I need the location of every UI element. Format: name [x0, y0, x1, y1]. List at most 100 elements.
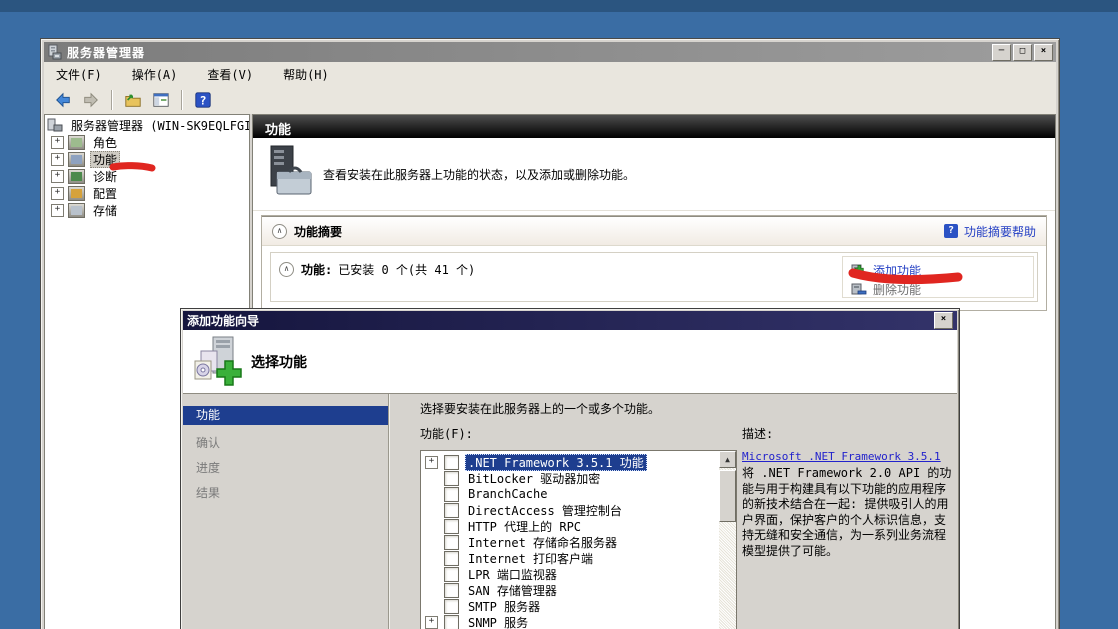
forward-button[interactable]	[80, 89, 102, 111]
add-features-wizard-icon	[191, 335, 243, 389]
feature-checkbox[interactable]	[444, 519, 459, 534]
feature-checkbox[interactable]	[444, 583, 459, 598]
feature-checkbox[interactable]	[444, 487, 459, 502]
feature-checkbox[interactable]	[444, 551, 459, 566]
feature-row[interactable]: + Internet 存储命名服务器	[421, 534, 736, 550]
feature-checkbox[interactable]	[444, 455, 459, 470]
desktop: 服务器管理器 ─ □ × 文件(F) 操作(A) 查看(V) 帮助(H)	[0, 0, 1118, 629]
remove-features-link[interactable]: 删除功能	[873, 281, 921, 298]
console-tree-button[interactable]	[150, 89, 172, 111]
feature-label: LPR 端口监视器	[465, 566, 560, 583]
features-summary-section: ∧ 功能摘要 ? 功能摘要帮助 ∧ 功能: 已安装 0 个(共 41 个)	[261, 215, 1047, 311]
maximize-button[interactable]: □	[1013, 44, 1032, 61]
feature-row[interactable]: + SMTP 服务器	[421, 598, 736, 614]
collapse-chevron-icon[interactable]: ∧	[272, 224, 287, 239]
features-label: 功能:	[301, 261, 332, 278]
tree-item[interactable]: + 功能	[45, 151, 249, 168]
scrollbar-thumb[interactable]	[719, 470, 736, 522]
menu-bar: 文件(F) 操作(A) 查看(V) 帮助(H)	[44, 62, 1056, 87]
dialog-titlebar[interactable]: 添加功能向导 ×	[183, 311, 957, 330]
feature-label: BitLocker 驱动器加密	[465, 470, 603, 487]
feature-row[interactable]: + LPR 端口监视器	[421, 566, 736, 582]
feature-row[interactable]: + BranchCache	[421, 486, 736, 502]
description-text: 将 .NET Framework 2.0 API 的功能与用于构建具有以下功能的…	[742, 466, 954, 559]
feature-row[interactable]: + SNMP 服务	[421, 614, 736, 629]
dialog-header: 选择功能	[183, 330, 957, 393]
scroll-up-icon[interactable]: ▲	[719, 451, 736, 468]
feature-checkbox[interactable]	[444, 567, 459, 582]
feature-expand-icon[interactable]: +	[425, 456, 438, 469]
desktop-top-strip	[0, 0, 1118, 12]
tree-expand-icon[interactable]: +	[51, 187, 64, 200]
tree-item-label: 角色	[90, 134, 120, 151]
help-badge-icon: ?	[944, 224, 958, 238]
feature-checkbox[interactable]	[444, 599, 459, 614]
wizard-steps: 功能 确认 进度 结果	[183, 394, 388, 629]
dialog-close-button[interactable]: ×	[934, 312, 953, 329]
wizard-step: 进度	[183, 456, 388, 481]
features-status: 已安装 0 个(共 41 个)	[338, 261, 475, 278]
feature-row[interactable]: + HTTP 代理上的 RPC	[421, 518, 736, 534]
feature-row[interactable]: + SAN 存储管理器	[421, 582, 736, 598]
remove-features-icon	[851, 283, 867, 297]
tree-item-icon	[68, 135, 85, 150]
feature-checkbox[interactable]	[444, 535, 459, 550]
add-features-link[interactable]: 添加功能	[873, 262, 921, 279]
feature-row[interactable]: + DirectAccess 管理控制台	[421, 502, 736, 518]
pane-description-row: 查看安装在此服务器上功能的状态，以及添加或删除功能。	[253, 138, 1055, 211]
feature-expand-icon[interactable]: +	[425, 616, 438, 629]
menu-item[interactable]: 文件(F)	[52, 63, 114, 86]
features-toolbox-icon	[263, 144, 315, 204]
feature-label: .NET Framework 3.5.1 功能	[465, 454, 647, 471]
tree-root-label: 服务器管理器 (WIN-SK9EQLFGIL	[68, 117, 250, 134]
tree-items: + 角色 + 功能 +	[45, 134, 249, 219]
tree-expand-icon[interactable]: +	[51, 153, 64, 166]
feature-row[interactable]: + Internet 打印客户端	[421, 550, 736, 566]
tree-item-icon	[68, 169, 85, 184]
pane-header: 功能	[253, 115, 1055, 138]
features-listbox: + .NET Framework 3.5.1 功能 + BitLocker 驱动…	[420, 450, 737, 629]
feature-checkbox[interactable]	[444, 471, 459, 486]
feature-label: HTTP 代理上的 RPC	[465, 518, 584, 535]
feature-row[interactable]: + .NET Framework 3.5.1 功能	[421, 454, 736, 470]
menu-item[interactable]: 查看(V)	[203, 63, 265, 86]
menu-item[interactable]: 帮助(H)	[279, 63, 341, 86]
toolbar-separator	[181, 90, 183, 110]
help-icon: ?	[194, 91, 212, 109]
description-link[interactable]: Microsoft .NET Framework 3.5.1	[742, 450, 941, 463]
feature-label: BranchCache	[465, 487, 550, 501]
listbox-scrollbar[interactable]: ▲	[719, 451, 736, 629]
tree-item-icon	[68, 186, 85, 201]
tree-item[interactable]: + 存储	[45, 202, 249, 219]
dialog-title: 添加功能向导	[187, 312, 932, 329]
wizard-step: 结果	[183, 481, 388, 506]
tree-expand-icon[interactable]: +	[51, 136, 64, 149]
window-titlebar[interactable]: 服务器管理器 ─ □ ×	[44, 42, 1056, 62]
tree-item-label: 功能	[90, 151, 120, 168]
close-button[interactable]: ×	[1034, 44, 1053, 61]
tree-item[interactable]: + 诊断	[45, 168, 249, 185]
wizard-step: 确认	[183, 431, 388, 456]
feature-row[interactable]: + BitLocker 驱动器加密	[421, 470, 736, 486]
collapse-chevron-icon[interactable]: ∧	[279, 262, 294, 277]
tree-item[interactable]: + 配置	[45, 185, 249, 202]
add-features-icon	[851, 264, 867, 278]
help-button[interactable]: ?	[192, 89, 214, 111]
features-rows: + .NET Framework 3.5.1 功能 + BitLocker 驱动…	[421, 454, 736, 629]
tree-expand-icon[interactable]: +	[51, 170, 64, 183]
tree-item[interactable]: + 角色	[45, 134, 249, 151]
tree-item-icon	[68, 203, 85, 218]
tree-root[interactable]: 服务器管理器 (WIN-SK9EQLFGIL	[45, 117, 249, 134]
tree-expand-icon[interactable]: +	[51, 204, 64, 217]
feature-checkbox[interactable]	[444, 615, 459, 629]
minimize-button[interactable]: ─	[992, 44, 1011, 61]
wizard-step: 功能	[183, 406, 388, 425]
export-list-button[interactable]	[122, 89, 144, 111]
feature-label: Internet 打印客户端	[465, 550, 596, 567]
features-list-label: 功能(F):	[420, 425, 473, 442]
feature-checkbox[interactable]	[444, 503, 459, 518]
back-button[interactable]	[52, 89, 74, 111]
tree-item-label: 配置	[90, 185, 120, 202]
menu-item[interactable]: 操作(A)	[128, 63, 190, 86]
features-summary-help-link[interactable]: 功能摘要帮助	[964, 223, 1036, 240]
